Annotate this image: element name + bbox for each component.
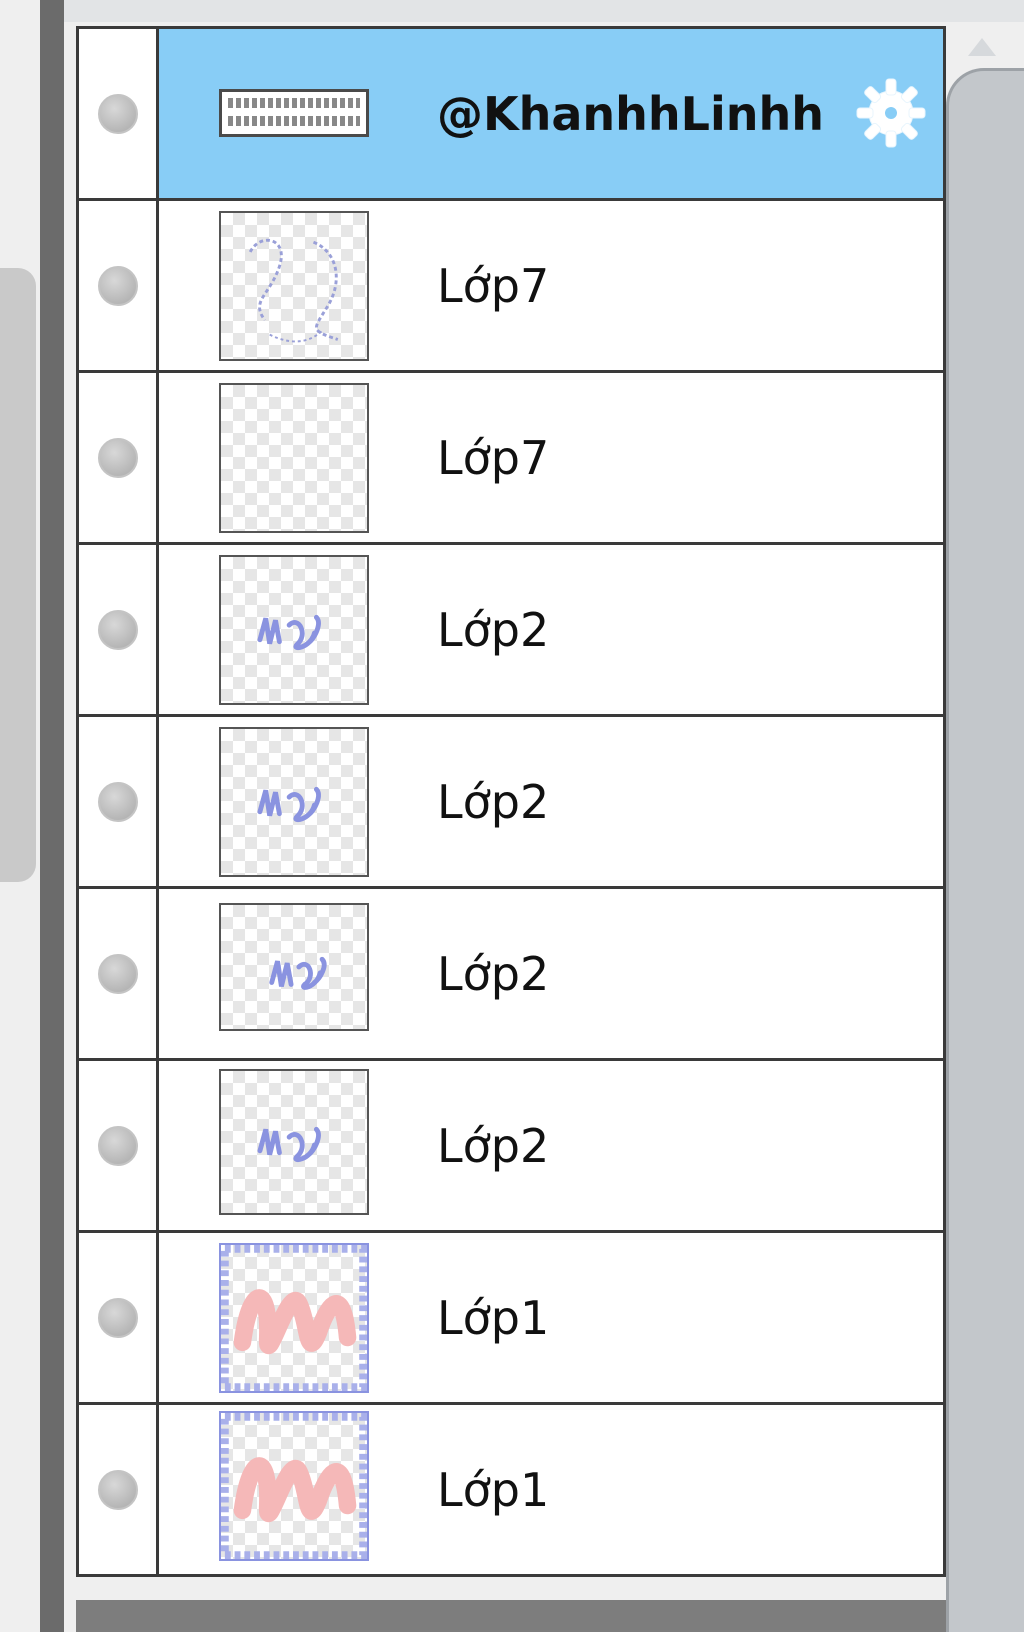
layer-thumbnail	[219, 555, 369, 705]
visibility-toggle[interactable]	[79, 373, 159, 542]
layer-thumbnail	[219, 903, 369, 1031]
layer-name: Lớp7	[437, 258, 550, 313]
visibility-dot-icon	[97, 953, 138, 994]
layer-row[interactable]: @KhanhhLinhh	[79, 29, 943, 201]
visibility-toggle[interactable]	[79, 717, 159, 886]
layers-panel: @KhanhhLinhh Lớp7 Lớp7 Lớp2 Lớp2 Lớp2 Lớ…	[0, 0, 1024, 1632]
layer-content[interactable]: Lớp1	[159, 1405, 943, 1574]
layer-row[interactable]: Lớp1	[79, 1233, 943, 1405]
layer-row[interactable]: Lớp2	[79, 545, 943, 717]
layer-row[interactable]: Lớp7	[79, 201, 943, 373]
layer-content[interactable]: Lớp2	[159, 545, 943, 714]
layer-content[interactable]: @KhanhhLinhh	[159, 29, 943, 198]
visibility-toggle[interactable]	[79, 1405, 159, 1574]
layer-thumbnail	[219, 1069, 369, 1215]
layer-thumbnail	[219, 1243, 369, 1393]
visibility-toggle[interactable]	[79, 201, 159, 370]
layer-content[interactable]: Lớp7	[159, 201, 943, 370]
layer-row[interactable]: Lớp2	[79, 889, 943, 1061]
layer-name: Lớp7	[437, 430, 550, 485]
visibility-dot-icon	[97, 93, 138, 134]
layer-name: Lớp1	[437, 1290, 550, 1345]
scroll-up-arrow-icon[interactable]	[968, 38, 996, 56]
layer-name: Lớp2	[437, 1118, 550, 1173]
layer-name: Lớp2	[437, 946, 550, 1001]
layer-content[interactable]: Lớp7	[159, 373, 943, 542]
layer-row[interactable]: Lớp1	[79, 1405, 943, 1577]
layer-row[interactable]: Lớp7	[79, 373, 943, 545]
visibility-dot-icon	[97, 265, 138, 306]
layer-thumbnail	[219, 1411, 369, 1561]
left-panel-scroll-tab[interactable]	[0, 268, 36, 882]
layer-thumbnail	[219, 727, 369, 877]
visibility-dot-icon	[97, 609, 138, 650]
layer-thumbnail	[219, 383, 369, 533]
layer-content[interactable]: Lớp2	[159, 717, 943, 886]
visibility-dot-icon	[97, 1469, 138, 1510]
layer-content[interactable]: Lớp1	[159, 1233, 943, 1402]
visibility-toggle[interactable]	[79, 1233, 159, 1402]
visibility-dot-icon	[97, 781, 138, 822]
layer-name: Lớp2	[437, 774, 550, 829]
visibility-toggle[interactable]	[79, 29, 159, 198]
layer-list: @KhanhhLinhh Lớp7 Lớp7 Lớp2 Lớp2 Lớp2 Lớ…	[76, 26, 946, 1577]
layer-row[interactable]: Lớp2	[79, 717, 943, 889]
layer-name: Lớp1	[437, 1462, 550, 1517]
visibility-dot-icon	[97, 437, 138, 478]
panel-divider	[40, 0, 64, 1632]
layer-thumbnail	[219, 89, 369, 137]
layer-row[interactable]: Lớp2	[79, 1061, 943, 1233]
layer-name: Lớp2	[437, 602, 550, 657]
layer-content[interactable]: Lớp2	[159, 1061, 943, 1230]
gear-icon[interactable]	[853, 75, 929, 151]
visibility-toggle[interactable]	[79, 1061, 159, 1230]
visibility-dot-icon	[97, 1297, 138, 1338]
layer-list-scrollbar[interactable]	[946, 68, 1024, 1632]
panel-top-edge	[64, 0, 1024, 22]
panel-bottom-edge	[76, 1600, 946, 1632]
visibility-toggle[interactable]	[79, 545, 159, 714]
layer-thumbnail	[219, 211, 369, 361]
visibility-dot-icon	[97, 1125, 138, 1166]
layer-name: @KhanhhLinhh	[437, 86, 825, 141]
layer-content[interactable]: Lớp2	[159, 889, 943, 1058]
visibility-toggle[interactable]	[79, 889, 159, 1058]
